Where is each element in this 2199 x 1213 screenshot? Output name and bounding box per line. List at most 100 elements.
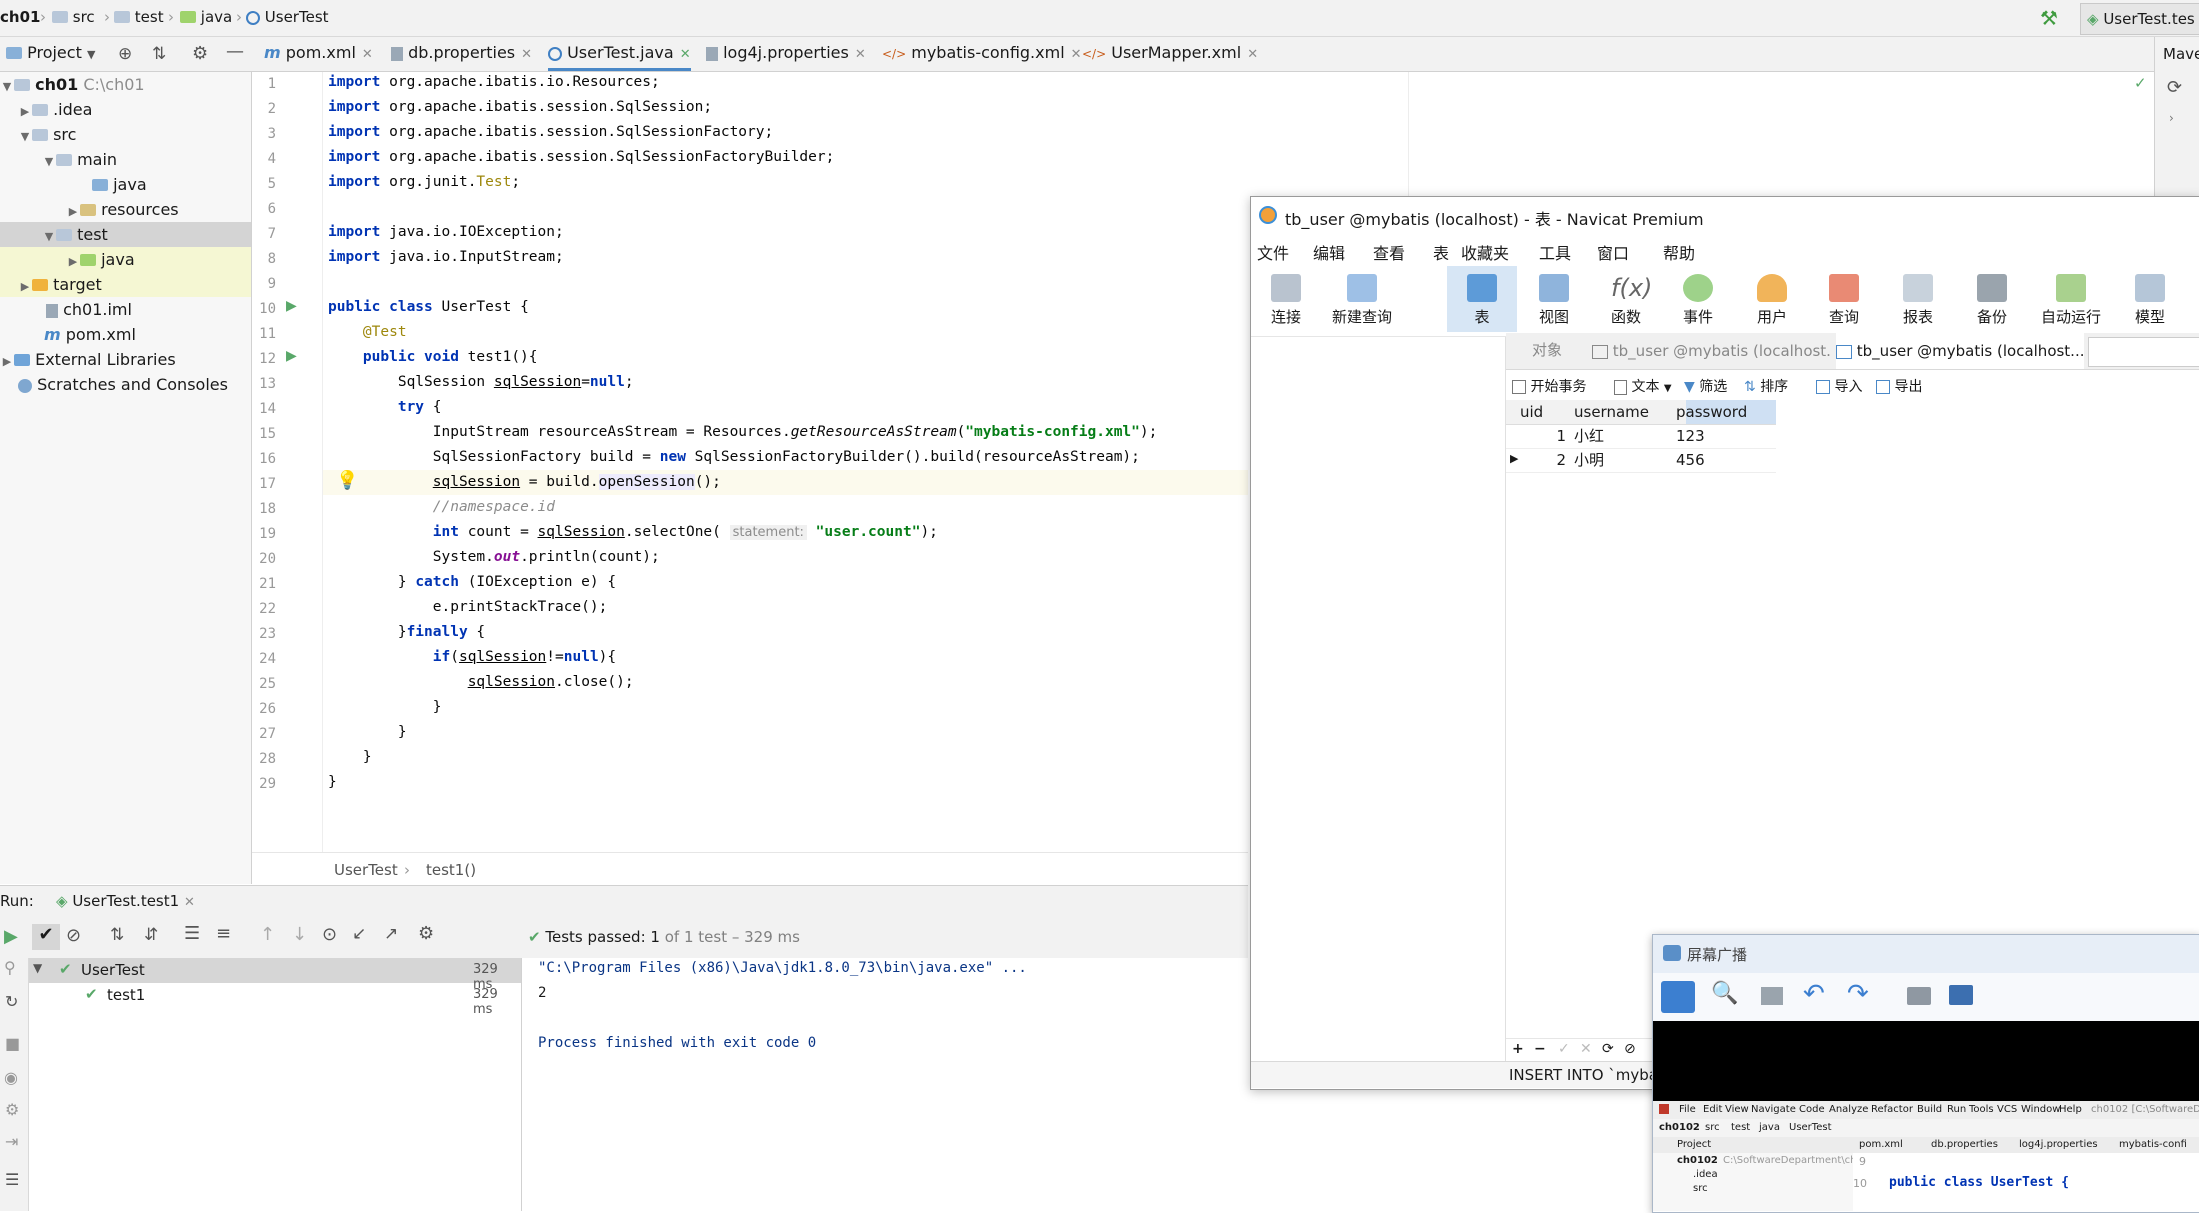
menu-edit[interactable]: 编辑 bbox=[1313, 240, 1345, 264]
chevron-right-icon[interactable]: ▶ bbox=[18, 274, 32, 299]
close-icon[interactable]: ✕ bbox=[521, 47, 532, 62]
camera-icon[interactable]: ◉ bbox=[4, 1068, 18, 1087]
breadcrumb-file[interactable]: UserTest bbox=[246, 8, 329, 26]
chevron-down-icon[interactable]: ▼ bbox=[18, 124, 32, 149]
breadcrumb-project[interactable]: ch01 bbox=[0, 8, 40, 26]
menu-view[interactable]: 查看 bbox=[1373, 240, 1405, 264]
layout-icon[interactable]: ☰ bbox=[5, 1170, 19, 1189]
chevron-right-icon[interactable]: ▶ bbox=[66, 199, 80, 224]
apply-icon[interactable]: ✓ bbox=[1558, 1041, 1570, 1057]
breadcrumb-java[interactable]: java bbox=[180, 8, 232, 26]
tab-search-input[interactable] bbox=[2088, 337, 2199, 367]
tree-item-src[interactable]: ▼ src bbox=[0, 122, 251, 149]
menu-favorites[interactable]: 收藏夹 bbox=[1461, 240, 1509, 264]
run-test-gutter-icon[interactable]: ▶ bbox=[286, 298, 297, 314]
tree-item-iml[interactable]: ch01.iml bbox=[0, 297, 251, 322]
cell-username[interactable]: 小明 bbox=[1574, 448, 1604, 472]
tree-item-target[interactable]: ▶ target bbox=[0, 272, 251, 299]
breadcrumb-class[interactable]: UserTest bbox=[334, 861, 398, 879]
tree-item-pom[interactable]: m pom.xml bbox=[0, 322, 251, 347]
rerun-failed-icon[interactable]: ↻ bbox=[5, 992, 18, 1011]
chevron-down-icon[interactable]: ▼ bbox=[42, 224, 56, 249]
broadcast-title-bar[interactable]: 屏幕广播 bbox=[1653, 935, 2199, 973]
table-row[interactable] bbox=[1506, 424, 1776, 449]
close-icon[interactable]: ✕ bbox=[855, 47, 866, 62]
backup-button[interactable]: 备份 bbox=[1957, 266, 2027, 332]
breadcrumb-method[interactable]: test1() bbox=[426, 861, 476, 879]
tree-item-ch01[interactable]: ▼ ch01 C:\ch01 bbox=[0, 72, 251, 97]
column-header-password[interactable]: password bbox=[1676, 400, 1747, 424]
column-header-username[interactable]: username bbox=[1574, 400, 1649, 424]
camera-icon[interactable] bbox=[1907, 987, 1931, 1005]
breadcrumb-src[interactable]: src bbox=[52, 8, 95, 26]
tab-pom-xml[interactable]: m pom.xml ✕ bbox=[264, 43, 373, 67]
show-passed-toggle[interactable]: ✔ bbox=[32, 924, 60, 950]
tree-item-main-java[interactable]: java bbox=[0, 172, 251, 197]
user-button[interactable]: 用户 bbox=[1737, 266, 1807, 332]
menu-file[interactable]: 文件 bbox=[1257, 240, 1289, 264]
undo-icon[interactable]: ↶ bbox=[1803, 979, 1825, 1009]
test-row-root[interactable]: ▼ ✔ UserTest 329 ms bbox=[29, 958, 521, 992]
exit-icon[interactable]: ⇥ bbox=[5, 1132, 18, 1151]
sort-button[interactable]: ⇅ 排序 bbox=[1744, 376, 1788, 396]
refresh-icon[interactable]: ⟳ bbox=[2167, 77, 2182, 98]
menu-table[interactable]: 表 bbox=[1433, 240, 1449, 264]
pointer-tool-button[interactable] bbox=[1661, 981, 1695, 1013]
close-icon[interactable]: ✕ bbox=[184, 895, 195, 910]
minimize-icon[interactable]: — bbox=[226, 41, 244, 62]
table-button[interactable]: 表 bbox=[1447, 266, 1517, 332]
event-button[interactable]: 事件 bbox=[1663, 266, 1733, 332]
zoom-icon[interactable]: 🔍 bbox=[1711, 981, 1738, 1006]
run-config-selector[interactable]: ◈ UserTest.tes bbox=[2080, 3, 2199, 35]
stop-icon[interactable]: ■ bbox=[5, 1034, 20, 1053]
breadcrumb-test[interactable]: test bbox=[114, 8, 164, 26]
query-button[interactable]: 查询 bbox=[1809, 266, 1879, 332]
next-failed-icon[interactable]: ↓ bbox=[292, 924, 307, 945]
discard-icon[interactable]: ✕ bbox=[1580, 1041, 1592, 1057]
view-button[interactable]: 视图 bbox=[1519, 266, 1589, 332]
console-output[interactable]: "C:\Program Files (x86)\Java\jdk1.8.0_73… bbox=[522, 958, 1248, 1211]
hammer-build-icon[interactable]: ⚒ bbox=[2040, 6, 2058, 30]
previous-failed-icon[interactable]: ↑ bbox=[260, 924, 275, 945]
new-query-button[interactable]: 新建查询 bbox=[1327, 266, 1397, 332]
sort-duration-icon[interactable]: ⇵ bbox=[144, 925, 158, 945]
add-record-icon[interactable]: + bbox=[1512, 1041, 1524, 1057]
function-button[interactable]: f(x) 函数 bbox=[1591, 266, 1661, 332]
chevron-right-icon[interactable]: ▶ bbox=[0, 349, 14, 374]
redo-icon[interactable]: ↷ bbox=[1847, 979, 1869, 1009]
cell-username[interactable]: 小红 bbox=[1574, 424, 1604, 448]
tab-db-properties[interactable]: db.properties ✕ bbox=[391, 43, 532, 67]
table-row[interactable] bbox=[1506, 448, 1776, 473]
import-button[interactable]: 导入 bbox=[1816, 376, 1862, 396]
tab-usertest-java[interactable]: UserTest.java ✕ bbox=[548, 43, 691, 71]
close-icon[interactable]: ✕ bbox=[362, 47, 373, 62]
model-button[interactable]: 模型 bbox=[2115, 266, 2185, 332]
collapse-all-icon[interactable]: ⇅ bbox=[152, 44, 166, 64]
cell-password[interactable]: 456 bbox=[1676, 448, 1705, 472]
automation-button[interactable]: 自动运行 bbox=[2029, 266, 2113, 332]
tab-table-data-2[interactable]: tb_user @mybatis (localhost... bbox=[1836, 333, 2084, 369]
maven-label[interactable]: Mave bbox=[2163, 45, 2199, 63]
chevron-right-icon[interactable]: ▶ bbox=[18, 99, 32, 124]
close-icon[interactable]: ✕ bbox=[1071, 47, 1082, 62]
text-button[interactable]: 文本 ▼ bbox=[1614, 376, 1672, 396]
report-button[interactable]: 报表 bbox=[1883, 266, 1953, 332]
tree-item-scratches[interactable]: Scratches and Consoles bbox=[0, 372, 251, 397]
chevron-down-icon[interactable]: ▼ bbox=[33, 961, 42, 975]
show-ignored-icon[interactable]: ⊘ bbox=[66, 925, 81, 946]
begin-transaction-button[interactable]: 开始事务 bbox=[1512, 376, 1586, 396]
menu-window[interactable]: 窗口 bbox=[1597, 240, 1629, 264]
history-icon[interactable]: ⊙ bbox=[322, 924, 337, 945]
sort-alpha-icon[interactable]: ⇅ bbox=[110, 925, 124, 945]
tab-objects[interactable]: 对象 bbox=[1532, 339, 1562, 360]
tab-log4j-properties[interactable]: log4j.properties ✕ bbox=[706, 43, 866, 67]
filter-button[interactable]: ▼ 筛选 bbox=[1684, 376, 1727, 396]
tree-item-main[interactable]: ▼ main bbox=[0, 147, 251, 172]
tree-item-test-java[interactable]: ▶ java bbox=[0, 247, 251, 272]
locate-icon[interactable]: ⊕ bbox=[118, 44, 132, 64]
gear-icon[interactable]: ⚙ bbox=[192, 43, 208, 64]
refresh-icon[interactable]: ⟳ bbox=[1602, 1041, 1614, 1057]
tree-item-resources[interactable]: ▶ resources bbox=[0, 197, 251, 224]
column-header-uid[interactable]: uid bbox=[1520, 400, 1543, 424]
tree-item-external-libraries[interactable]: ▶ External Libraries bbox=[0, 347, 251, 372]
